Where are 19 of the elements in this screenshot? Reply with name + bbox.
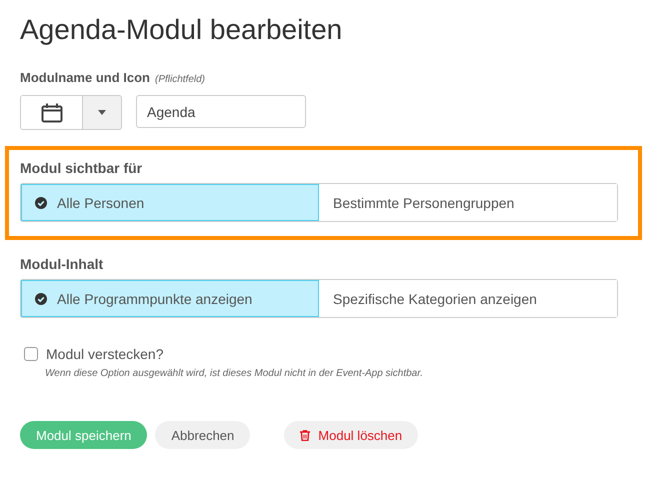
calendar-icon [40,102,62,122]
option-tab[interactable]: Alle Programmpunkte anzeigen [21,280,319,317]
checkbox[interactable] [24,347,38,361]
checkbox-label: Modul verstecken? [46,346,164,362]
section-label: Modul sichtbar für [20,160,144,176]
option-description: Wenn diese Option ausgewählt wird, ist dieses Modul nicht in der Event-App sichtbar. [45,368,424,379]
delete-button[interactable]: Modul löschen [284,421,418,449]
check-circle-icon [35,292,47,304]
trash-icon [300,430,310,440]
page-title: Agenda-Modul bearbeiten [20,13,344,47]
option-tab[interactable]: Alle Personen [21,184,319,221]
section-label: Modul-Inhalt [20,256,104,272]
cancel-button[interactable]: Abbrechen [155,421,250,449]
required-hint: (Pflichtfeld) [155,74,206,85]
check-circle-icon [35,196,47,208]
caret-icon [98,110,106,115]
icon-picker-button[interactable] [21,96,83,129]
field-label: Modulname und Icon [20,70,150,85]
module-name-field[interactable]: Agenda [136,95,306,128]
